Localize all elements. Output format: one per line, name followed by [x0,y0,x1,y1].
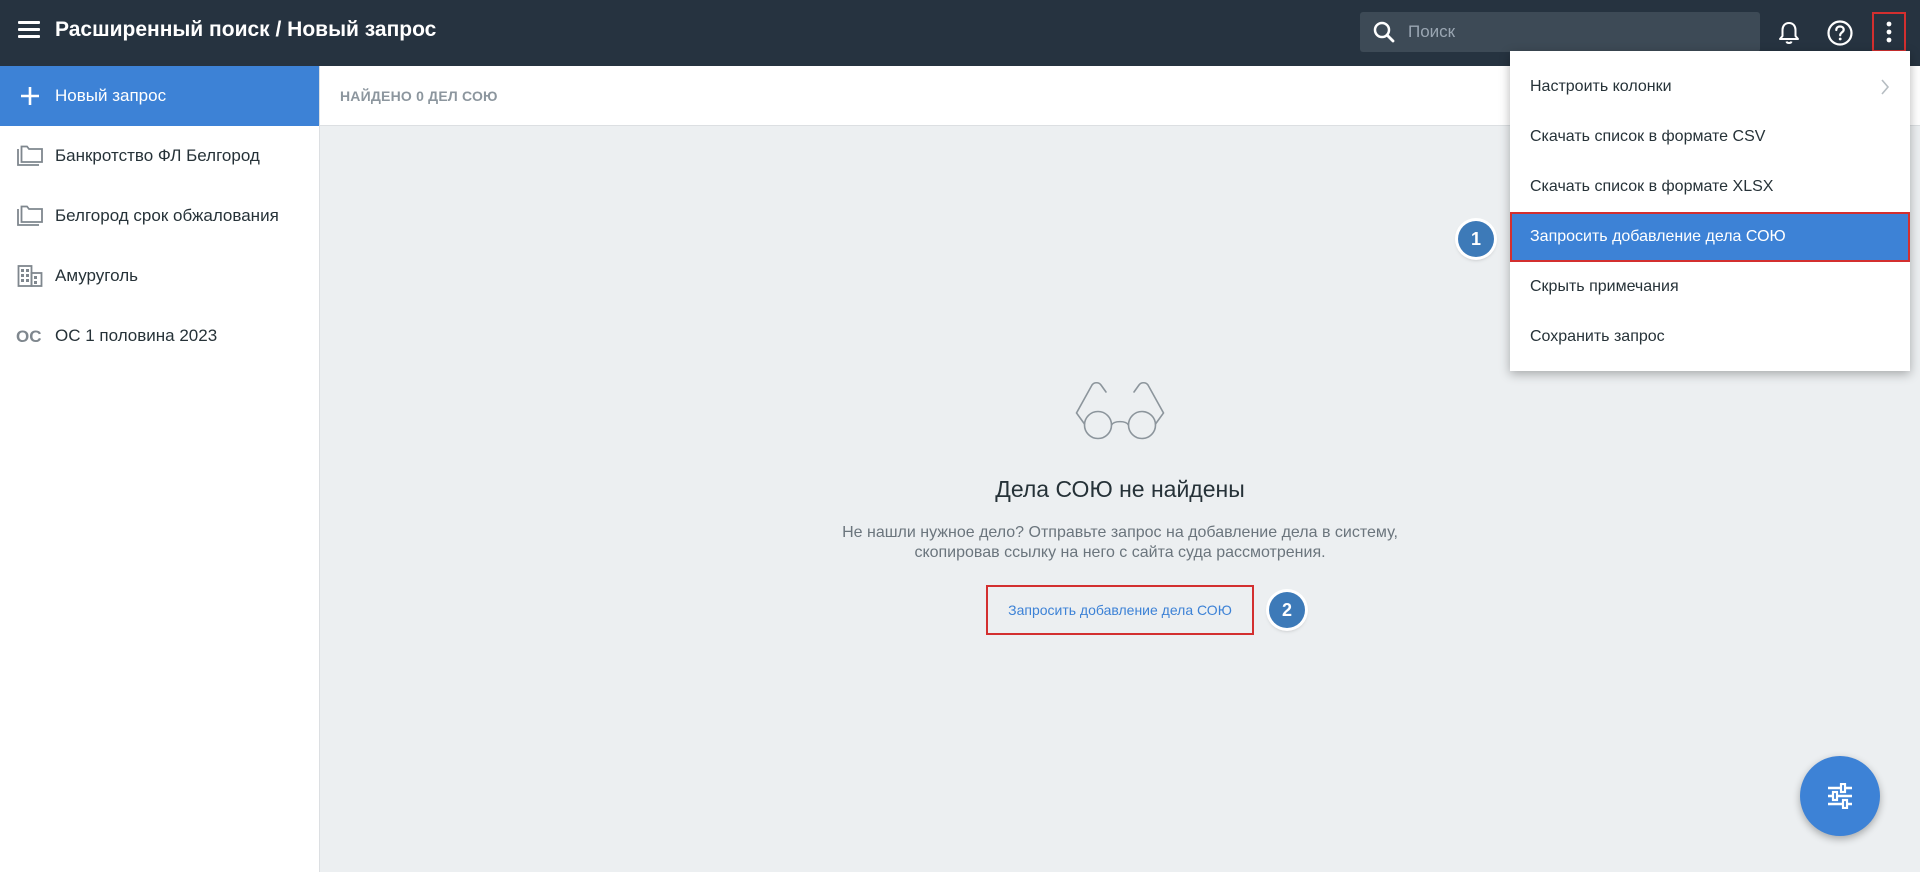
svg-text:OC: OC [16,327,42,345]
sidebar-item-belgorod-appeal[interactable]: Белгород срок обжалования [0,186,319,246]
more-actions-menu: Настроить колонки Скачать список в форма… [1510,51,1910,371]
menu-item-label: Скачать список в формате XLSX [1530,178,1774,195]
chevron-right-icon [1881,79,1890,95]
search-box[interactable] [1360,12,1760,52]
menu-item-hide-notes[interactable]: Скрыть примечания [1510,262,1910,312]
empty-state: Дела СОЮ не найдены Не нашли нужное дело… [320,380,1920,563]
sidebar-item-label: Амуруголь [55,266,138,285]
sidebar-item-new-query[interactable]: Новый запрос [0,66,319,126]
oc-icon: OC [16,322,44,350]
bell-icon[interactable] [1771,15,1807,51]
sidebar-item-label: Белгород срок обжалования [55,206,279,225]
empty-title: Дела СОЮ не найдены [995,476,1245,502]
results-count: НАЙДЕНО 0 ДЕЛ СОЮ [340,88,498,104]
menu-item-configure-columns[interactable]: Настроить колонки [1510,62,1910,112]
search-input[interactable] [1408,22,1738,42]
filter-sliders-icon [1828,783,1852,809]
menu-item-label: Запросить добавление дела СОЮ [1530,228,1786,245]
empty-text-line: Не нашли нужное дело? Отправьте запрос н… [842,524,1398,541]
annotation-badge-2: 2 [1269,592,1305,628]
request-add-case-link[interactable]: Запросить добавление дела СОЮ [986,585,1254,635]
sidebar-item-label: Банкротство ФЛ Белгород [55,146,260,165]
sidebar-item-amurugol[interactable]: Амуруголь [0,246,319,306]
sidebar-item-label: Новый запрос [55,86,167,105]
search-icon [1360,12,1408,52]
menu-item-label: Настроить колонки [1530,78,1672,95]
sidebar-item-os-half-2023[interactable]: OC ОС 1 половина 2023 [0,306,319,366]
folders-icon [16,202,44,230]
menu-item-download-csv[interactable]: Скачать список в формате CSV [1510,112,1910,162]
menu-item-label: Сохранить запрос [1530,328,1665,345]
empty-text-line: скопировав ссылку на него с сайта суда р… [914,544,1326,561]
folders-icon [16,142,44,170]
page-title: Расширенный поиск / Новый запрос [55,18,437,41]
glasses-icon [1075,381,1165,440]
sidebar-item-bankruptcy-belgorod[interactable]: Банкротство ФЛ Белгород [0,126,319,186]
filter-fab-button[interactable] [1800,756,1880,836]
building-icon [16,262,44,290]
menu-item-save-query[interactable]: Сохранить запрос [1510,312,1910,362]
menu-item-label: Скачать список в формате CSV [1530,128,1766,145]
plus-icon [16,82,44,110]
menu-item-request-add-case[interactable]: Запросить добавление дела СОЮ [1510,212,1910,262]
menu-item-download-xlsx[interactable]: Скачать список в формате XLSX [1510,162,1910,212]
annotation-badge-1: 1 [1458,221,1494,257]
sidebar: Новый запрос Банкротство ФЛ Белгород Бел… [0,66,320,872]
more-vertical-icon[interactable] [1872,12,1906,52]
help-circle-icon[interactable] [1822,15,1858,51]
menu-item-label: Скрыть примечания [1530,278,1679,295]
sidebar-item-label: ОС 1 половина 2023 [55,326,218,345]
hamburger-icon[interactable] [18,21,40,43]
empty-description: Не нашли нужное дело? Отправьте запрос н… [320,523,1920,563]
